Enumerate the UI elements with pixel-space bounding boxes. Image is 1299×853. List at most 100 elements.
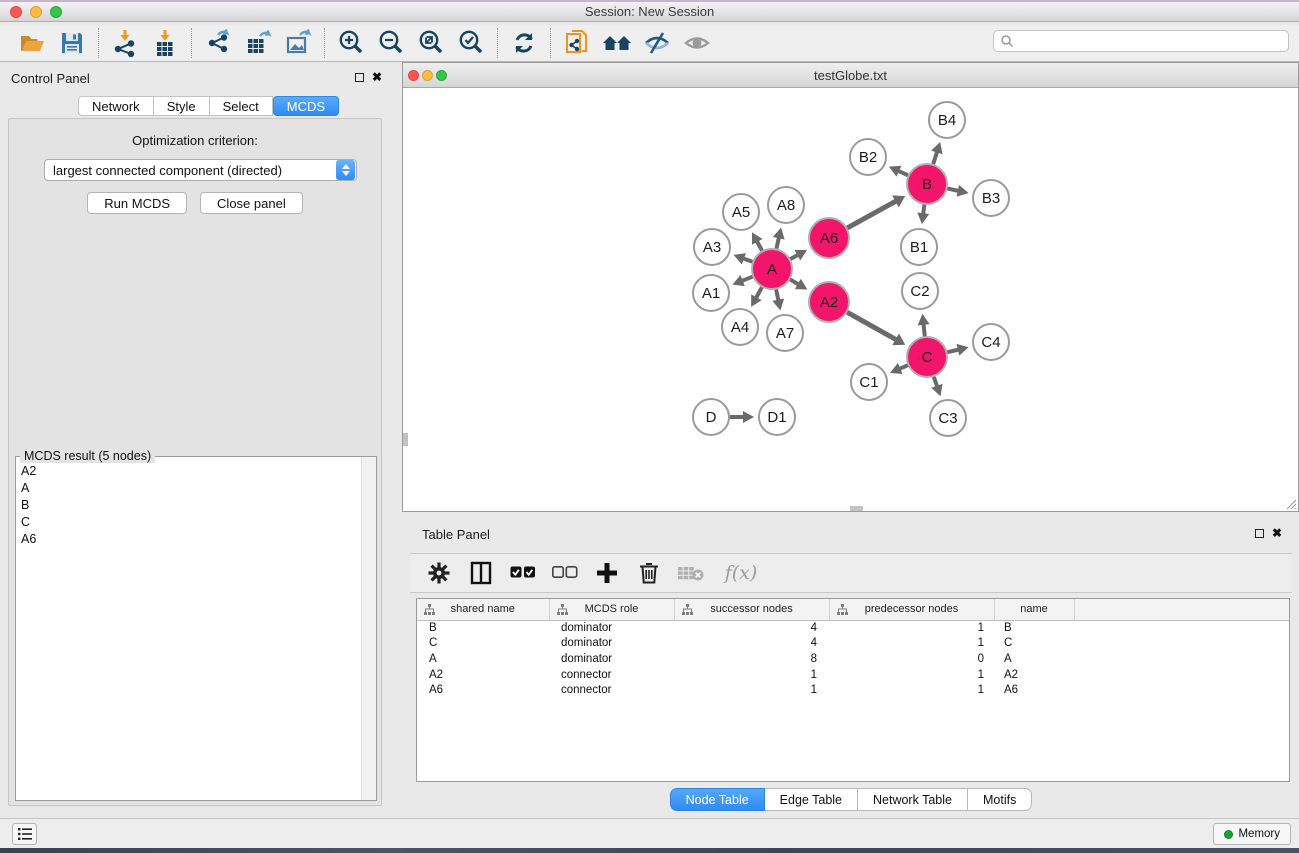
graph-node-C2[interactable]: C2	[902, 273, 938, 309]
hide-eye-icon[interactable]	[637, 26, 677, 60]
edge-B-B1[interactable]	[923, 206, 924, 213]
edge-A-A4[interactable]	[756, 288, 761, 297]
close-panel-icon[interactable]: ✖	[372, 72, 382, 82]
tab-style[interactable]: Style	[154, 96, 210, 116]
close-table-panel-icon[interactable]: ✖	[1272, 528, 1282, 538]
mcds-result-item[interactable]: A	[16, 480, 376, 497]
home-networks-icon[interactable]	[597, 26, 637, 60]
delete-table-icon[interactable]	[676, 558, 706, 588]
add-column-icon[interactable]	[592, 558, 622, 588]
zoom-in-icon[interactable]	[331, 26, 371, 60]
edge-A2-C[interactable]	[848, 313, 895, 340]
tab-node-table[interactable]: Node Table	[670, 788, 765, 811]
graph-node-C3[interactable]: C3	[930, 400, 966, 436]
graph-node-A6[interactable]: A6	[809, 218, 849, 258]
graph-node-B1[interactable]: B1	[901, 229, 937, 265]
search-input[interactable]	[1015, 32, 1288, 50]
zoom-fit-icon[interactable]	[411, 26, 451, 60]
edge-A-A8[interactable]	[777, 238, 779, 247]
tab-edge-table[interactable]: Edge Table	[765, 788, 858, 811]
edge-A-A3[interactable]	[744, 259, 751, 262]
network-canvas[interactable]: B4 B2 B B3 A8A5 A6 A3 B1 A A1 C2 A2 A4A7 C4 C C1 C3 D D1	[403, 88, 1298, 511]
edge-B-B2[interactable]	[899, 171, 907, 175]
edge-A6-B[interactable]	[848, 201, 895, 227]
criterion-select[interactable]: largest connected component (directed)	[44, 159, 357, 181]
select-all-icon[interactable]	[508, 558, 538, 588]
tab-network-table[interactable]: Network Table	[858, 788, 968, 811]
tab-motifs[interactable]: Motifs	[968, 788, 1032, 811]
col-successor-nodes[interactable]: successor nodes	[674, 599, 829, 620]
close-panel-button[interactable]: Close panel	[200, 192, 303, 214]
result-scrollbar[interactable]	[361, 457, 376, 800]
export-network-icon[interactable]	[198, 26, 238, 60]
graph-node-D[interactable]: D	[693, 399, 729, 435]
graph-node-B3[interactable]: B3	[973, 180, 1009, 216]
graph-node-A5[interactable]: A5	[723, 194, 759, 230]
show-columns-icon[interactable]	[466, 558, 496, 588]
edge-B-B4[interactable]	[934, 152, 937, 163]
deselect-all-icon[interactable]	[550, 558, 580, 588]
export-table-icon[interactable]	[238, 26, 278, 60]
tab-network[interactable]: Network	[78, 96, 154, 116]
table-row[interactable]: Adominator80A	[417, 652, 1289, 668]
edge-A-A1[interactable]	[743, 277, 752, 280]
save-session-icon[interactable]	[52, 26, 92, 60]
refresh-layout-icon[interactable]	[504, 26, 544, 60]
memory-button[interactable]: Memory	[1213, 823, 1291, 845]
zoom-out-icon[interactable]	[371, 26, 411, 60]
network-window-titlebar[interactable]: testGlobe.txt	[403, 63, 1298, 88]
graph-node-A2[interactable]: A2	[809, 282, 849, 322]
close-window-button[interactable]	[10, 6, 22, 18]
graph-node-A7[interactable]: A7	[767, 315, 803, 351]
run-mcds-button[interactable]: Run MCDS	[87, 192, 187, 214]
import-table-icon[interactable]	[145, 26, 185, 60]
task-history-button[interactable]	[12, 823, 37, 845]
graph-node-B[interactable]: B	[907, 164, 947, 204]
col-mcds-role[interactable]: MCDS role	[549, 599, 674, 620]
graph-node-A1[interactable]: A1	[693, 275, 729, 311]
graph-node-A[interactable]: A	[752, 249, 792, 289]
mcds-result-item[interactable]: A6	[16, 531, 376, 548]
edge-C-C2[interactable]	[924, 325, 925, 335]
delete-columns-trash-icon[interactable]	[634, 558, 664, 588]
mcds-result-item[interactable]: A2	[16, 463, 376, 480]
edge-B-B3[interactable]	[948, 189, 957, 191]
graph-node-A3[interactable]: A3	[694, 229, 730, 265]
table-row[interactable]: Bdominator41B	[417, 620, 1289, 636]
table-row[interactable]: A2connector11A2	[417, 668, 1289, 684]
table-row[interactable]: Cdominator41C	[417, 636, 1289, 652]
float-panel-icon[interactable]	[355, 73, 364, 82]
graph-node-C1[interactable]: C1	[851, 364, 887, 400]
edge-C-C1[interactable]	[900, 366, 907, 369]
table-row[interactable]: A6connector11A6	[417, 683, 1289, 699]
graph-node-A4[interactable]: A4	[722, 309, 758, 345]
float-table-panel-icon[interactable]	[1255, 529, 1264, 538]
duplicate-network-icon[interactable]	[557, 26, 597, 60]
graph-node-B2[interactable]: B2	[850, 139, 886, 175]
graph-node-A8[interactable]: A8	[768, 187, 804, 223]
edge-C-C3[interactable]	[934, 378, 937, 386]
graph-node-B4[interactable]: B4	[929, 102, 965, 138]
zoom-selected-icon[interactable]	[451, 26, 491, 60]
col-predecessor-nodes[interactable]: predecessor nodes	[829, 599, 994, 620]
graph-node-C4[interactable]: C4	[973, 324, 1009, 360]
open-session-icon[interactable]	[12, 26, 52, 60]
show-eye-icon[interactable]	[677, 26, 717, 60]
export-image-icon[interactable]	[278, 26, 318, 60]
graph-node-C[interactable]: C	[907, 337, 947, 377]
edge-A-A7[interactable]	[776, 291, 778, 300]
graph-node-D1[interactable]: D1	[759, 399, 795, 435]
function-builder-icon[interactable]: f(x)	[718, 558, 764, 588]
col-shared-name[interactable]: shared name	[417, 599, 549, 620]
maximize-window-button[interactable]	[50, 6, 62, 18]
mcds-result-item[interactable]: B	[16, 497, 376, 514]
col-name[interactable]: name	[994, 599, 1074, 620]
tab-mcds[interactable]: MCDS	[273, 96, 339, 116]
edge-A-A6[interactable]	[791, 255, 797, 258]
tab-select[interactable]: Select	[210, 96, 273, 116]
import-network-icon[interactable]	[105, 26, 145, 60]
edge-C-C4[interactable]	[948, 350, 957, 352]
vertical-scroll-nub[interactable]	[403, 433, 408, 446]
settings-gear-icon[interactable]	[424, 558, 454, 588]
edge-A-A5[interactable]	[757, 242, 761, 250]
